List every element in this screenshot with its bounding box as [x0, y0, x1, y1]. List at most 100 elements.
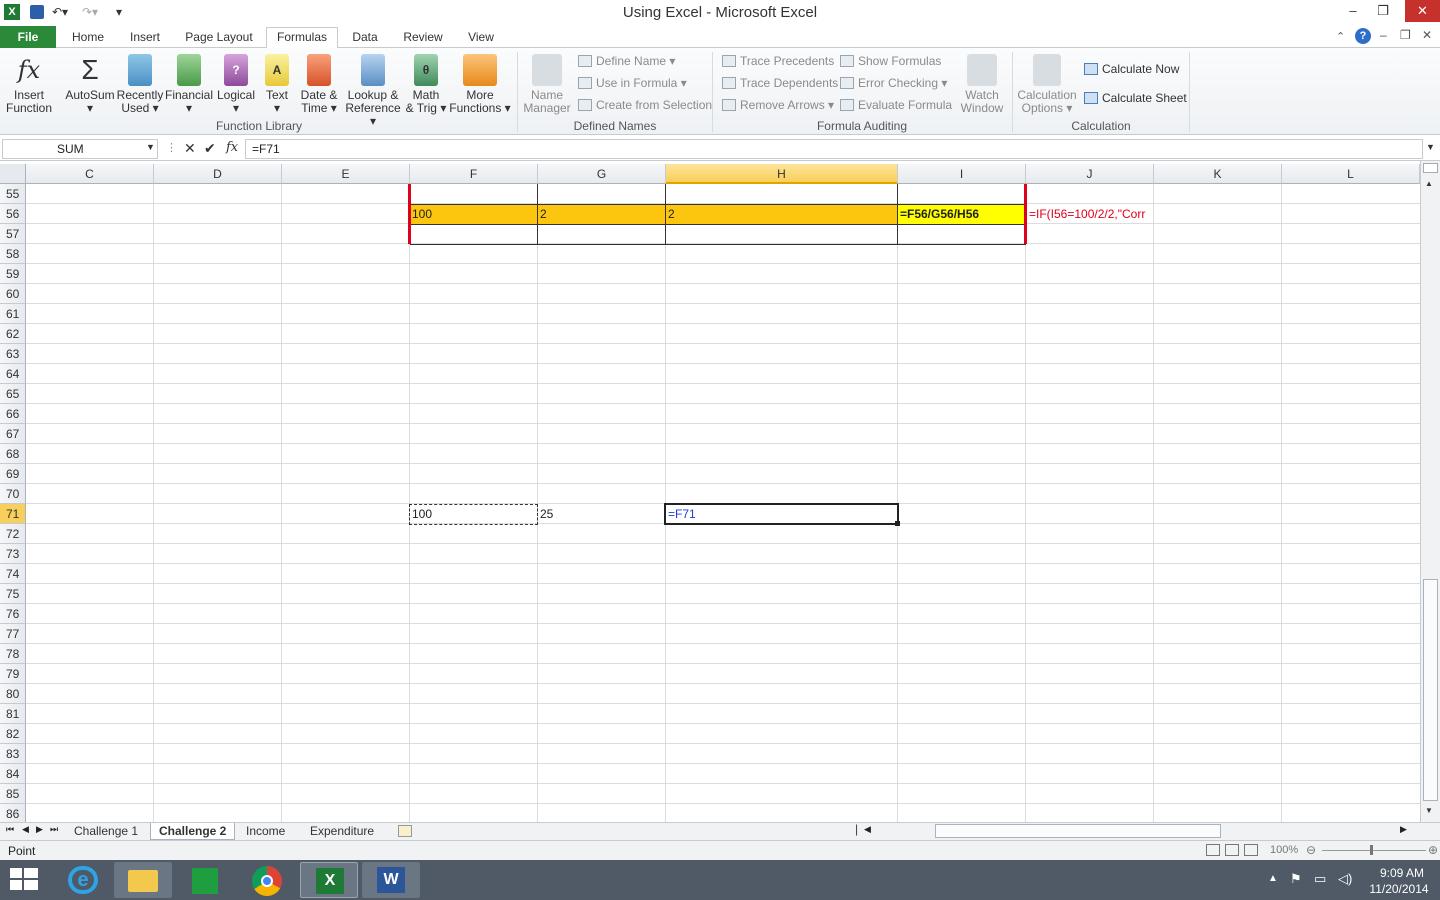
windows-store-icon[interactable]	[176, 862, 234, 898]
scroll-left-icon[interactable]: ◀	[864, 824, 871, 835]
doc-minimize-icon[interactable]: –	[1380, 28, 1387, 42]
tab-insert[interactable]: Insert	[122, 28, 168, 48]
tab-split-icon[interactable]: ❘	[852, 823, 861, 836]
row-header[interactable]: 77	[0, 624, 26, 644]
column-header-j[interactable]: J	[1026, 164, 1154, 184]
create-from-selection-button[interactable]: Create from Selection	[578, 96, 712, 114]
sheet-tab-challenge-1[interactable]: Challenge 1	[66, 823, 146, 840]
row-header[interactable]: 69	[0, 464, 26, 484]
restore-button[interactable]: ❐	[1368, 0, 1398, 22]
column-header-h[interactable]: H	[666, 164, 898, 184]
tab-data[interactable]: Data	[346, 28, 384, 48]
lookup-reference-button[interactable]: Lookup & Reference ▾	[342, 54, 404, 128]
page-break-view-icon[interactable]	[1244, 844, 1258, 856]
row-header[interactable]: 68	[0, 444, 26, 464]
file-explorer-icon[interactable]	[114, 862, 172, 898]
row-header[interactable]: 76	[0, 604, 26, 624]
column-header-c[interactable]: C	[26, 164, 154, 184]
calculate-now-button[interactable]: Calculate Now	[1084, 60, 1179, 78]
select-all-corner[interactable]	[0, 164, 26, 184]
calculation-options-button[interactable]: Calculation Options ▾	[1016, 54, 1078, 115]
cell-g71[interactable]: 25	[538, 504, 664, 524]
row-header[interactable]: 83	[0, 744, 26, 764]
name-manager-button[interactable]: Name Manager	[522, 54, 572, 115]
scroll-up-icon[interactable]: ▲	[1425, 179, 1433, 188]
use-in-formula-button[interactable]: Use in Formula ▾	[578, 74, 687, 92]
volume-icon[interactable]: ◁)	[1338, 871, 1352, 887]
more-functions-button[interactable]: More Functions ▾	[448, 54, 512, 115]
row-header[interactable]: 66	[0, 404, 26, 424]
clock-time[interactable]: 9:09 AM	[1370, 866, 1434, 880]
row-header[interactable]: 60	[0, 284, 26, 304]
doc-restore-icon[interactable]: ❐	[1400, 28, 1411, 42]
recently-used-button[interactable]: Recently Used ▾	[116, 54, 164, 115]
row-header[interactable]: 65	[0, 384, 26, 404]
insert-function-icon[interactable]: fx	[226, 140, 238, 155]
column-header-d[interactable]: D	[154, 164, 282, 184]
horizontal-scroll-thumb[interactable]	[935, 824, 1221, 838]
row-header[interactable]: 84	[0, 764, 26, 784]
next-sheet-icon[interactable]: ▶	[36, 824, 43, 835]
scroll-right-icon[interactable]: ▶	[1400, 824, 1407, 835]
tab-file[interactable]: File	[0, 26, 56, 48]
column-header-l[interactable]: L	[1282, 164, 1420, 184]
cell-h56[interactable]: 2	[666, 204, 896, 224]
text-button[interactable]: A Text ▾	[260, 54, 294, 115]
row-header[interactable]: 75	[0, 584, 26, 604]
row-header[interactable]: 64	[0, 364, 26, 384]
enter-icon[interactable]: ✔	[204, 140, 216, 157]
row-header[interactable]: 86	[0, 804, 26, 822]
autosum-button[interactable]: Σ AutoSum ▾	[62, 54, 118, 115]
zoom-out-icon[interactable]: ⊖	[1306, 843, 1316, 857]
vertical-scroll-thumb[interactable]	[1423, 579, 1438, 801]
cell-f71[interactable]: 100	[410, 504, 536, 524]
column-header-g[interactable]: G	[538, 164, 666, 184]
row-header[interactable]: 70	[0, 484, 26, 504]
name-box[interactable]: SUM	[2, 139, 158, 159]
column-header-k[interactable]: K	[1154, 164, 1282, 184]
network-icon[interactable]: ▭	[1314, 871, 1326, 887]
sheet-tab-expenditure[interactable]: Expenditure	[302, 823, 382, 840]
sheet-tab-challenge-2[interactable]: Challenge 2	[150, 823, 236, 840]
insert-function-button[interactable]: fx Insert Function	[4, 54, 54, 115]
row-header[interactable]: 59	[0, 264, 26, 284]
minimize-ribbon-icon[interactable]: ⌃	[1336, 30, 1345, 43]
action-center-flag-icon[interactable]: ⚑	[1290, 871, 1302, 887]
cell-h71[interactable]: =F71	[666, 504, 896, 524]
sheet-tab-income[interactable]: Income	[238, 823, 293, 840]
row-header[interactable]: 62	[0, 324, 26, 344]
row-header[interactable]: 55	[0, 184, 26, 204]
watch-window-button[interactable]: Watch Window	[956, 54, 1008, 115]
row-header[interactable]: 78	[0, 644, 26, 664]
cell-j56[interactable]: =IF(I56=100/2/2,"Corr	[1027, 204, 1153, 224]
last-sheet-icon[interactable]: ⏭	[50, 824, 58, 835]
row-header[interactable]: 82	[0, 724, 26, 744]
error-checking-button[interactable]: Error Checking ▾	[840, 74, 947, 92]
row-header[interactable]: 71	[0, 504, 26, 524]
trace-dependents-button[interactable]: Trace Dependents	[722, 74, 838, 92]
column-header-f[interactable]: F	[410, 164, 538, 184]
row-header[interactable]: 80	[0, 684, 26, 704]
logical-button[interactable]: ? Logical ▾	[214, 54, 258, 115]
remove-arrows-button[interactable]: Remove Arrows ▾	[722, 96, 834, 114]
zoom-slider[interactable]	[1322, 850, 1426, 851]
tab-page-layout[interactable]: Page Layout	[180, 28, 258, 48]
row-header[interactable]: 63	[0, 344, 26, 364]
zoom-in-icon[interactable]: ⊕	[1428, 843, 1438, 857]
row-header[interactable]: 56	[0, 204, 26, 224]
financial-button[interactable]: Financial ▾	[164, 54, 214, 115]
cell-f56[interactable]: 100	[410, 204, 536, 224]
row-header[interactable]: 85	[0, 784, 26, 804]
minimize-button[interactable]: –	[1338, 0, 1368, 22]
column-header-e[interactable]: E	[282, 164, 410, 184]
row-header[interactable]: 79	[0, 664, 26, 684]
show-hidden-icons-icon[interactable]: ▲	[1268, 873, 1278, 884]
tab-view[interactable]: View	[462, 28, 500, 48]
cell-i56[interactable]: =F56/G56/H56	[898, 204, 1024, 224]
fill-handle[interactable]	[895, 521, 900, 526]
normal-view-icon[interactable]	[1206, 844, 1220, 856]
row-header[interactable]: 81	[0, 704, 26, 724]
internet-explorer-icon[interactable]: e	[54, 862, 112, 898]
row-header[interactable]: 67	[0, 424, 26, 444]
row-header[interactable]: 61	[0, 304, 26, 324]
